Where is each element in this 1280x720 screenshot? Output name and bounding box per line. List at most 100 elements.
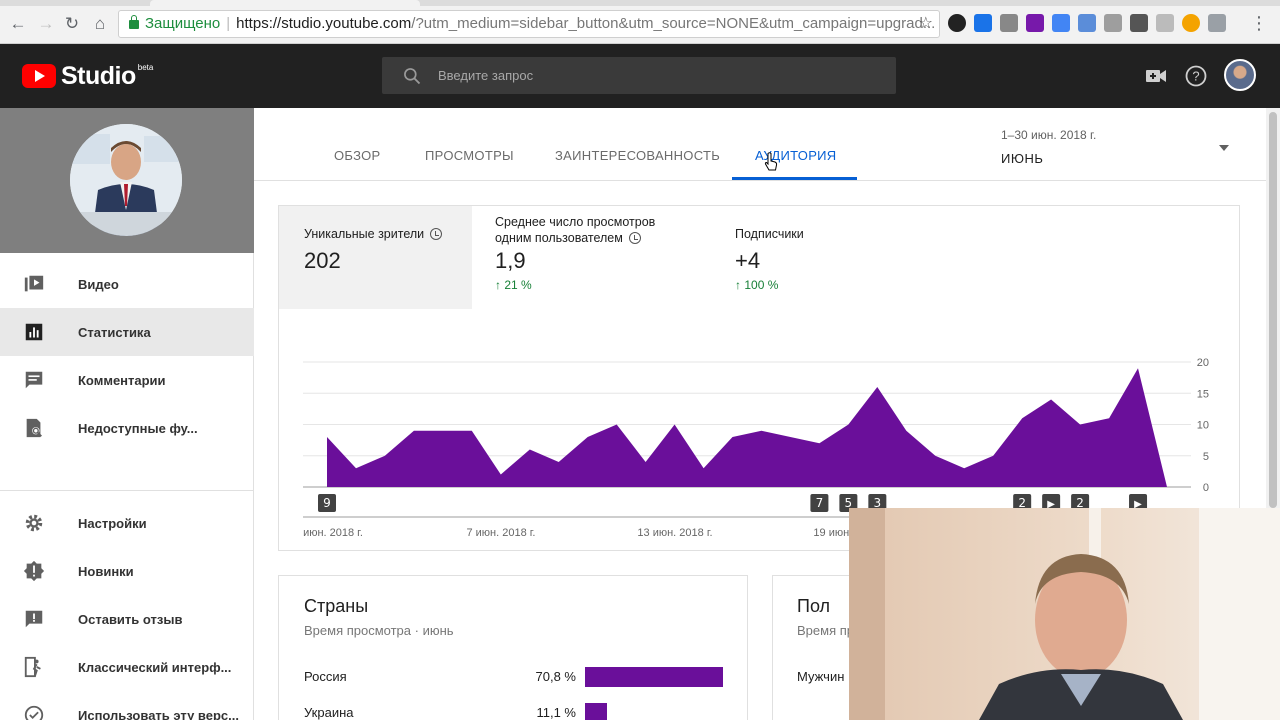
y-tick-label: 20 [1197,357,1209,369]
metric-avg-views-per-viewer[interactable]: Среднее число просмотров одним пользоват… [472,206,712,309]
home-icon[interactable]: ⌂ [90,14,110,34]
sidebar-item-feedback[interactable]: Оставить отзыв [0,595,254,643]
chart-area-series [327,368,1167,487]
help-icon[interactable]: ? [1184,64,1208,88]
chart-annotation-marker[interactable]: 7 [810,494,829,512]
address-bar[interactable]: Защищено | https://studio.youtube.com/?utm… [118,10,940,38]
sidebar-item-label: Настройки [78,515,147,531]
search-icon [404,68,421,85]
forward-icon[interactable]: → [36,14,56,34]
sidebar-item-use-this-version[interactable]: Использовать эту верс... [0,691,254,720]
extension-icon[interactable] [1026,14,1044,32]
sidebar-item-classic-studio[interactable]: Классический интерф... [0,643,254,691]
account-avatar[interactable] [1224,59,1256,91]
sidebar-item-label: Оставить отзыв [78,611,183,627]
back-icon[interactable]: ← [8,14,28,34]
whats-new-icon [23,560,45,582]
y-tick-label: 0 [1203,482,1209,494]
bookmark-star-icon[interactable]: ☆ [919,11,933,37]
annotation-label: 9 [323,496,331,510]
metric-value: +4 [735,248,761,273]
tab-strip [0,0,1280,6]
date-period[interactable]: ИЮНЬ [1001,151,1043,166]
metric-label-text: Подписчики [735,227,804,241]
sidebar-item-comments[interactable]: Комментарии [0,356,254,404]
sidebar-item-label: Комментарии [78,372,166,388]
extension-icon[interactable] [1182,14,1200,32]
metric-label: Уникальные зрители [304,226,443,242]
y-tick-label: 15 [1197,388,1209,400]
gender-title: Пол [797,596,831,616]
channel-avatar[interactable] [70,124,182,236]
sidebar-item-label: Видео [78,276,119,292]
sidebar: Видео Статистика Комментарии Недоступные… [0,108,254,720]
sidebar-item-settings[interactable]: Настройки [0,499,254,547]
search-input[interactable]: Введите запрос [382,57,896,94]
clock-icon [628,232,641,244]
arrow-up-icon: ↑ [735,278,745,292]
metric-unique-viewers[interactable]: Уникальные зрители 202 [279,206,472,309]
gear-icon [25,514,43,532]
sidebar-divider [0,490,254,491]
scrollbar-thumb[interactable] [1269,112,1277,508]
extension-icon[interactable] [1000,14,1018,32]
annotation-label: 7 [816,496,824,510]
extension-icon[interactable] [974,14,992,32]
date-dropdown-caret-icon[interactable] [1219,145,1229,151]
url-host: https://studio.youtube.com [236,15,412,32]
sidebar-item-label: Новинки [78,563,134,579]
sidebar-item-videos[interactable]: Видео [0,260,254,308]
sidebar-item-analytics[interactable]: Статистика [0,308,254,356]
country-name: Украина [304,705,354,720]
tab-engagement[interactable]: ЗАИНТЕРЕСОВАННОСТЬ [555,148,720,163]
sidebar-item-unavailable-features[interactable]: Недоступные фу... [0,404,254,452]
x-tick-label: 13 июн. 2018 г. [637,527,712,539]
unavailable-features-icon [26,418,42,438]
feedback-icon [25,610,43,628]
webcam-video [849,508,1280,720]
sidebar-item-whats-new[interactable]: Новинки [0,547,254,595]
studio-logo[interactable]: Studio beta [22,62,153,90]
countries-card: Страны Время просмотра · июнь Россия 70,… [278,575,748,720]
tab-overview[interactable]: ОБЗОР [334,148,381,163]
extension-icon[interactable] [1208,14,1226,32]
country-share-bar [585,703,607,720]
extension-icon[interactable] [1130,14,1148,32]
analytics-icon [25,323,43,341]
extension-icons [948,14,1226,34]
url-separator: | [226,15,231,32]
reload-icon[interactable]: ↻ [62,14,82,34]
extension-icon[interactable] [1104,14,1122,32]
metric-label: Подписчики [735,226,804,242]
metric-label: Среднее число просмотров одним пользоват… [495,214,685,246]
check-circle-icon [24,705,44,720]
metric-value: 1,9 [495,248,526,273]
metric-change: ↑ 21 % [495,278,532,292]
metric-label-text: Уникальные зрители [304,227,425,241]
browser-menu-icon[interactable]: ⋮ [1250,14,1268,32]
classic-studio-icon [24,656,41,678]
chart-annotation-marker[interactable]: 9 [318,494,336,512]
channel-photo [70,124,182,236]
metric-subscribers[interactable]: Подписчики +4 ↑ 100 % [712,206,942,309]
country-share-value: 70,8 % [535,669,576,684]
sidebar-item-label: Недоступные фу... [78,420,198,436]
create-video-icon[interactable] [1144,64,1168,88]
logo-text: Studio [61,62,136,90]
tab-views[interactable]: ПРОСМОТРЫ [425,148,514,163]
metric-change-text: 21 % [504,278,532,292]
extension-icon[interactable] [948,14,966,32]
search-placeholder: Введите запрос [438,68,534,83]
extension-icon[interactable] [1156,14,1174,32]
browser-toolbar: ← → ↻ ⌂ Защищено | https://studio.youtube.… [0,0,1280,44]
audience-overview-card: Уникальные зрители 202 Среднее число про… [278,205,1240,551]
channel-banner [0,108,254,253]
arrow-up-icon: ↑ [495,278,505,292]
extension-icon[interactable] [1052,14,1070,32]
video-icon [24,275,44,292]
x-tick-label: июн. 2018 г. [303,527,363,539]
browser-tab[interactable] [150,0,420,6]
hand-cursor-icon [764,152,778,171]
url-path: /?utm_medium=sidebar_button&utm_source=N… [411,15,936,32]
extension-icon[interactable] [1078,14,1096,32]
